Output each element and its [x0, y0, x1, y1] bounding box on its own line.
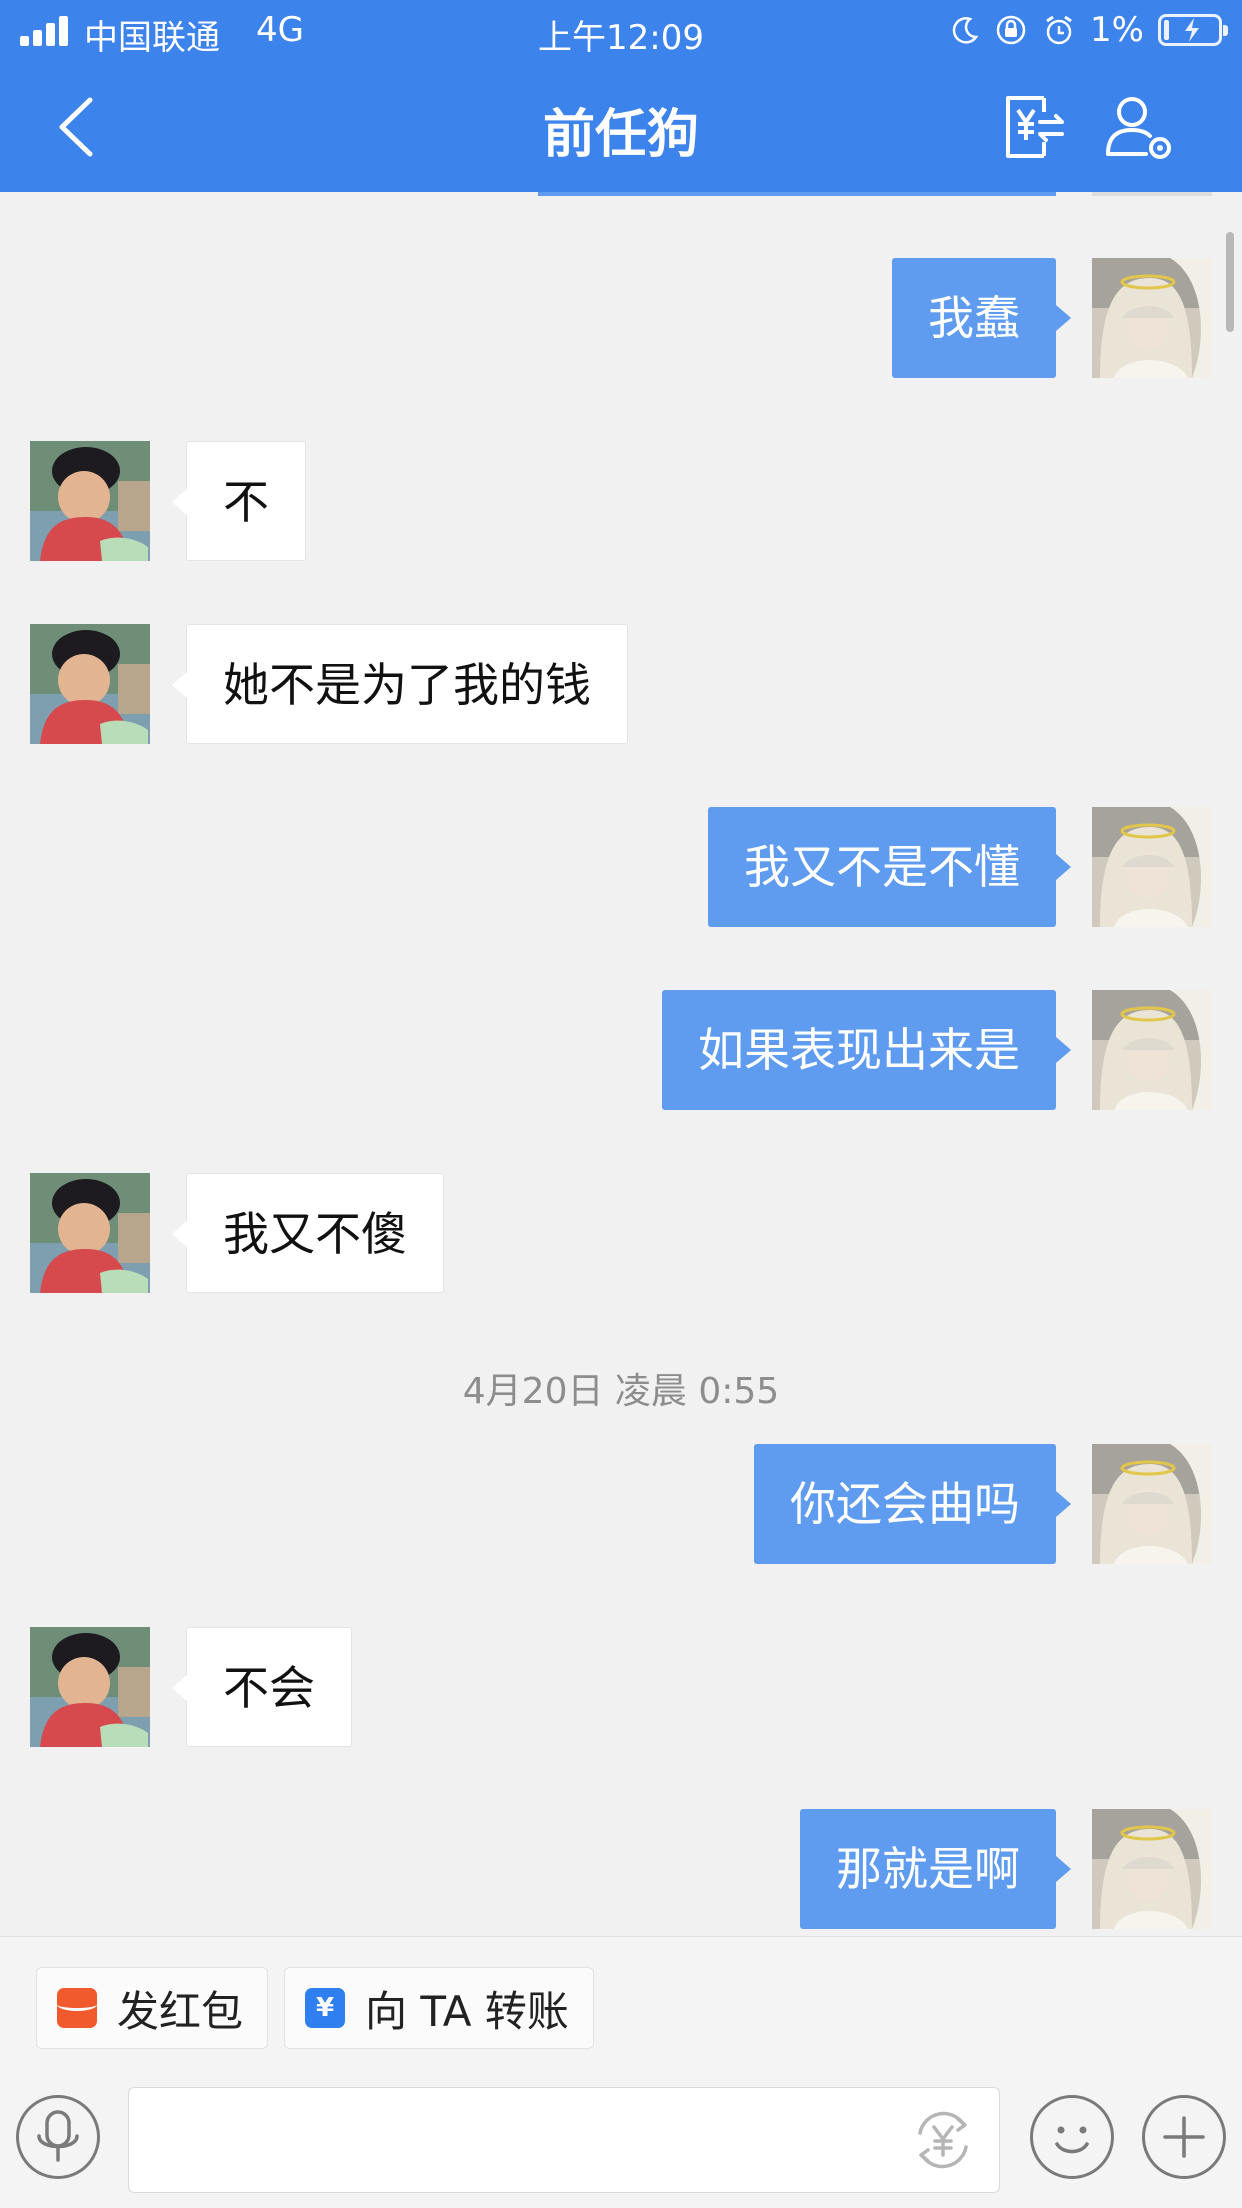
microphone-icon [37, 2110, 79, 2162]
input-row [0, 2079, 1242, 2199]
message-row-incoming: 她不是为了我的钱 [0, 624, 1242, 744]
transfer-record-button[interactable] [1000, 92, 1072, 162]
profile-settings-icon [1106, 97, 1171, 159]
previous-message-edge [538, 192, 1056, 196]
emoji-button[interactable] [1030, 2095, 1114, 2179]
message-bubble-outgoing[interactable]: 你还会曲吗 [754, 1444, 1071, 1564]
message-row-incoming: 不会 [0, 1627, 1242, 1747]
message-bubble-incoming[interactable]: 她不是为了我的钱 [172, 624, 628, 744]
message-row-outgoing: 我又不是不懂 [0, 807, 1242, 927]
more-button[interactable] [1142, 2095, 1226, 2179]
status-bar: 中国联通 4G 上午12:09 1% [0, 0, 1242, 62]
smiley-icon [1055, 2126, 1089, 2154]
orientation-lock-icon [996, 15, 1026, 45]
profile-settings-button[interactable] [1100, 92, 1180, 162]
alarm-icon [1046, 15, 1072, 45]
my-avatar[interactable] [1092, 1809, 1212, 1929]
contact-avatar[interactable] [30, 1173, 150, 1293]
quick-pay-button[interactable] [908, 2105, 978, 2175]
contact-avatar[interactable] [30, 624, 150, 744]
message-row-incoming: 不 [0, 441, 1242, 561]
transfer-label: 向 TA 转账 [365, 1986, 569, 2036]
plus-icon [1163, 2116, 1205, 2158]
message-input[interactable] [128, 2087, 1000, 2193]
my-avatar[interactable] [1092, 1444, 1212, 1564]
message-row-outgoing: 如果表现出来是 [0, 990, 1242, 1110]
previous-avatar-edge [1092, 192, 1212, 196]
message-bubble-incoming[interactable]: 我又不傻 [172, 1173, 444, 1293]
message-row-outgoing: 你还会曲吗 [0, 1444, 1242, 1564]
voice-button[interactable] [16, 2095, 100, 2179]
chat-messages-area[interactable]: 我蠢 不 她不是为了我的钱 我又不是不懂 如果表现出来是 我又不傻 4月20日 … [0, 192, 1242, 1936]
status-icons: 1% [950, 10, 1228, 50]
my-avatar[interactable] [1092, 807, 1212, 927]
message-bubble-incoming[interactable]: 不 [172, 441, 306, 561]
message-row-outgoing: 我蠢 [0, 258, 1242, 378]
contact-avatar[interactable] [30, 1627, 150, 1747]
message-bubble-incoming[interactable]: 不会 [172, 1627, 352, 1747]
message-row-outgoing: 那就是啊 [0, 1809, 1242, 1929]
my-avatar[interactable] [1092, 258, 1212, 378]
app-header: 中国联通 4G 上午12:09 1% 前任狗 [0, 0, 1242, 192]
my-avatar[interactable] [1092, 990, 1212, 1110]
nav-bar: 前任狗 [0, 62, 1242, 192]
message-bubble-outgoing[interactable]: 如果表现出来是 [662, 990, 1071, 1110]
input-panel: 发红包 ¥ 向 TA 转账 [0, 1936, 1242, 2208]
battery-icon [1158, 14, 1228, 46]
message-timestamp: 4月20日 凌晨 0:55 [462, 1371, 780, 1412]
message-bubble-outgoing[interactable]: 我又不是不懂 [708, 807, 1071, 927]
battery-percentage: 1% [1090, 10, 1144, 50]
contact-avatar[interactable] [30, 441, 150, 561]
yuan-cycle-icon [918, 2111, 968, 2169]
message-row-incoming: 我又不傻 [0, 1173, 1242, 1293]
message-bubble-outgoing[interactable]: 我蠢 [892, 258, 1071, 378]
transfer-button[interactable]: ¥ 向 TA 转账 [284, 1967, 594, 2049]
transfer-icon: ¥ [305, 1988, 345, 2028]
red-packet-button[interactable]: 发红包 [36, 1967, 269, 2049]
transfer-record-icon [1006, 96, 1064, 158]
red-packet-icon [57, 1988, 97, 2028]
moon-icon [952, 17, 979, 44]
red-packet-label: 发红包 [117, 1986, 244, 2036]
message-bubble-outgoing[interactable]: 那就是啊 [800, 1809, 1071, 1929]
